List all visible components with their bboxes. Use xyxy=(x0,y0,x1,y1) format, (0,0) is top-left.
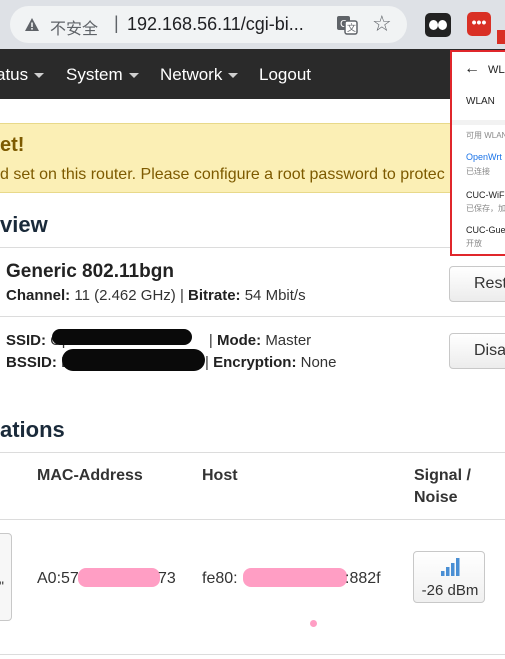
overview-title: view xyxy=(0,212,48,237)
divider xyxy=(0,247,505,248)
warning-text: d set on this router. Please configure a… xyxy=(0,166,445,183)
wlan-popup: ← WLAN WLAN 可用 WLAN OpenWrt 已连接 CUC-WiFi… xyxy=(450,50,505,256)
mac-column-header: MAC-Address xyxy=(37,467,143,484)
translate-icon[interactable]: G 文 xyxy=(336,14,358,36)
divider xyxy=(0,316,505,317)
url-text[interactable]: 192.168.56.11/cgi-bi... xyxy=(127,14,304,35)
wlan-network-name[interactable]: OpenWrt xyxy=(466,152,502,162)
router-navbar: atus System Network Logout xyxy=(0,49,505,99)
extension-overflow-icon[interactable] xyxy=(497,30,505,44)
nav-network[interactable]: Network xyxy=(160,65,239,85)
wlan-popup-title: WLAN xyxy=(488,64,505,76)
back-arrow-icon[interactable]: ← xyxy=(464,60,480,78)
address-bar[interactable]: 不安全 | 192.168.56.11/cgi-bi... G 文 ☆ xyxy=(10,6,407,43)
stations-title: ations xyxy=(0,417,65,442)
chevron-down-icon xyxy=(228,73,239,79)
restart-button[interactable]: Rest xyxy=(449,266,505,302)
radio-details: Channel: 11 (2.462 GHz) | Bitrate: 54 Mb… xyxy=(6,287,306,304)
mac-start: A0:57 xyxy=(37,570,79,587)
redaction-ssid xyxy=(52,329,192,345)
warning-title: et! xyxy=(0,134,25,156)
insecure-label: 不安全 xyxy=(50,21,99,38)
noise-column-header: Noise xyxy=(414,489,458,506)
extension-red-icon[interactable]: ••• xyxy=(467,12,491,36)
wlan-network-name[interactable]: CUC-Guest xyxy=(466,225,505,235)
bookmark-star-icon[interactable]: ☆ xyxy=(372,12,392,36)
chevron-down-icon xyxy=(34,73,45,79)
nav-status[interactable]: atus xyxy=(0,65,45,85)
warning-triangle-icon xyxy=(25,18,39,31)
nav-system[interactable]: System xyxy=(66,65,139,85)
divider xyxy=(0,654,505,655)
mac-end: 73 xyxy=(158,570,176,587)
host-column-header: Host xyxy=(202,467,238,484)
stray-mark xyxy=(310,620,317,627)
signal-value: -26 dBm xyxy=(421,582,479,599)
disable-button[interactable]: Disa xyxy=(449,333,505,369)
wlan-network-status: 开放 xyxy=(466,239,482,248)
radio-name: Generic 802.11bgn xyxy=(6,261,174,282)
svg-text:文: 文 xyxy=(347,22,356,34)
chevron-down-icon xyxy=(128,73,139,79)
available-wlan-label: 可用 WLAN xyxy=(466,131,505,140)
divider xyxy=(0,519,505,520)
wlan-toggle-label: WLAN xyxy=(466,96,495,107)
redaction-mac xyxy=(78,568,160,587)
wlan-network-name[interactable]: CUC-WiFi xyxy=(466,190,505,200)
signal-strength-icon xyxy=(441,558,460,576)
redaction-bssid xyxy=(62,349,205,371)
wlan-network-status: 已保存，加 xyxy=(466,204,505,213)
host-end: :882f xyxy=(345,570,381,587)
wlan-network-status: 已连接 xyxy=(466,167,490,176)
host-start: fe80: xyxy=(202,570,238,587)
station-action-button[interactable] xyxy=(0,533,12,621)
divider xyxy=(0,452,505,453)
extension-eyes-icon[interactable] xyxy=(425,13,451,37)
signal-column-header: Signal / xyxy=(414,467,471,484)
browser-toolbar: 不安全 | 192.168.56.11/cgi-bi... G 文 ☆ ••• xyxy=(0,0,505,49)
nav-logout[interactable]: Logout xyxy=(259,65,311,85)
station-action-glyph: " xyxy=(0,578,4,594)
redaction-host xyxy=(243,568,347,587)
url-separator: | xyxy=(114,13,119,33)
divider xyxy=(452,120,505,125)
signal-badge[interactable]: -26 dBm xyxy=(413,551,485,603)
no-password-warning: et! d set on this router. Please configu… xyxy=(0,123,505,193)
